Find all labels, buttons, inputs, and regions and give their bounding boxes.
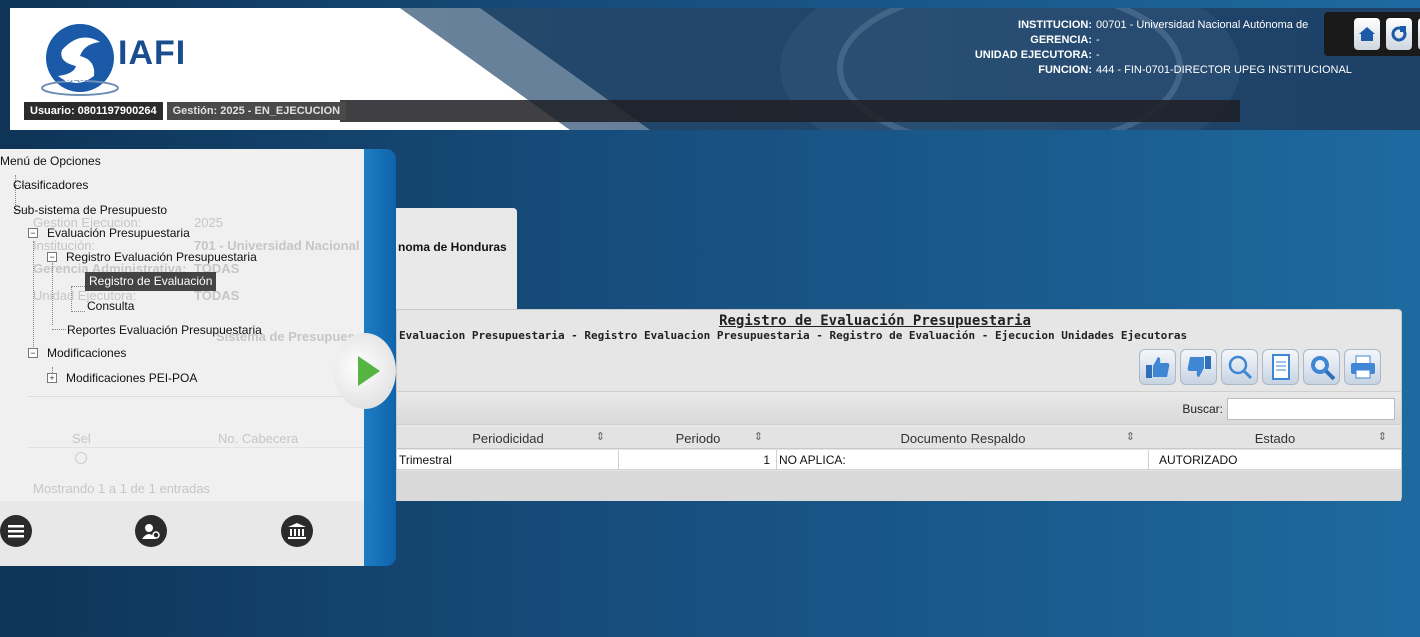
- menu-toggle-button[interactable]: [334, 333, 396, 409]
- cell-estado: AUTORIZADO: [1159, 453, 1238, 467]
- ghost-radio: [75, 452, 87, 464]
- play-arrow-icon: [358, 356, 380, 386]
- ghost-col-sel: Sel: [72, 431, 91, 446]
- menu-title: Menú de Opciones: [0, 154, 101, 168]
- document-icon[interactable]: [1262, 349, 1299, 385]
- page-title: Registro de Evaluación Presupuestaria: [719, 313, 1031, 329]
- search-bar: Buscar:: [397, 391, 1401, 425]
- home-icon[interactable]: [1354, 18, 1380, 50]
- menu-item-reportes[interactable]: Reportes Evaluación Presupuestaria: [67, 323, 262, 337]
- table-header: Periodicidad ⇕ Periodo ⇕ Documento Respald…: [397, 427, 1401, 449]
- collapse-icon[interactable]: −: [28, 348, 38, 358]
- menu-item-registro-evaluacion[interactable]: Registro Evaluación Presupuestaria: [66, 250, 257, 264]
- table-row[interactable]: Trimestral 1 NO APLICA: AUTORIZADO: [397, 450, 1401, 470]
- search-input[interactable]: [1227, 398, 1395, 420]
- menu-item-consulta[interactable]: Consulta: [87, 299, 134, 313]
- logo-text: IAFI: [118, 34, 187, 72]
- thumbs-up-icon[interactable]: [1139, 349, 1176, 385]
- institution-row-value: 444 - FIN-0701-DIRECTOR UPEG INSTITUCION…: [1096, 64, 1352, 76]
- ghost-footer: Mostrando 1 a 1 de 1 entradas: [33, 481, 211, 496]
- search-icon[interactable]: [1221, 349, 1258, 385]
- header-buttons: [1324, 12, 1420, 56]
- menu-item-subsistema[interactable]: Sub-sistema de Presupuesto: [13, 203, 167, 217]
- breadcrumb: Evaluacion Presupuestaria - Registro Eva…: [399, 329, 1188, 342]
- table-footer: [397, 471, 1401, 501]
- institution-row: FUNCION: 444 - FIN-0701-DIRECTOR UPEG INS…: [970, 63, 1352, 78]
- info-tab-text: noma de Honduras: [398, 240, 507, 254]
- menu-item-modificaciones[interactable]: Modificaciones: [47, 346, 126, 360]
- logo-sub: GES: [64, 74, 86, 85]
- menu-item-registro-de-evaluacion[interactable]: Registro de Evaluación: [85, 272, 217, 291]
- menu-item-pei-poa[interactable]: Modificaciones PEI-POA: [66, 371, 197, 385]
- options-menu: Gestion Ejecucion: 2025 Institución: 701…: [0, 149, 364, 566]
- institution-row: GERENCIA: -: [970, 33, 1352, 48]
- ghost-col-cabecera: No. Cabecera: [218, 431, 299, 446]
- institution-row: INSTITUCION: 00701 - Universidad Nacional…: [970, 18, 1352, 33]
- ghost-gestion-value: 2025: [194, 215, 223, 230]
- thumbs-down-icon[interactable]: [1180, 349, 1217, 385]
- menu-list-icon[interactable]: [0, 515, 32, 547]
- user-bar: Usuario: 0801197900264 Gestión: 2025 - E…: [24, 102, 347, 120]
- user-label: Usuario: 0801197900264: [24, 102, 163, 120]
- app-header: IAFI GES Usuario: 0801197900264 Gestión:…: [10, 8, 1420, 130]
- gestion-label: Gestión: 2025 - EN_EJECUCION: [166, 102, 347, 120]
- institution-row: UNIDAD EJECUTORA: -: [970, 48, 1352, 63]
- print-icon[interactable]: [1344, 349, 1381, 385]
- toolbar: [1139, 349, 1381, 385]
- institution-info: INSTITUCION: 00701 - Universidad Nacional…: [970, 18, 1352, 78]
- institution-row-value: 00701 - Universidad Nacional Autónoma de: [1096, 19, 1309, 31]
- user-settings-icon[interactable]: [135, 515, 167, 547]
- refresh-icon[interactable]: [1385, 18, 1412, 50]
- institution-row-value: -: [1096, 34, 1100, 46]
- collapse-icon[interactable]: −: [47, 252, 57, 262]
- info-tab: [396, 208, 517, 312]
- search-label: Buscar:: [1182, 402, 1223, 416]
- cell-periodicidad: Trimestral: [397, 450, 619, 469]
- column-estado[interactable]: Estado ⇕: [1149, 427, 1401, 448]
- institution-row-label: FUNCION:: [1038, 64, 1092, 76]
- menu-item-clasificadores[interactable]: Clasificadores: [13, 178, 88, 192]
- header-strip: [340, 100, 1240, 122]
- institution-row-label: UNIDAD EJECUTORA:: [974, 49, 1092, 61]
- cell-documento: NO APLICA:: [777, 450, 1149, 469]
- zoom-help-icon[interactable]: [1303, 349, 1340, 385]
- institution-icon[interactable]: [281, 515, 313, 547]
- institution-row-value: -: [1096, 49, 1100, 61]
- institution-row-label: INSTITUCION:: [1018, 19, 1092, 31]
- institution-row-label: GERENCIA:: [1030, 34, 1092, 46]
- column-periodicidad[interactable]: Periodicidad ⇕: [397, 427, 619, 448]
- logo-icon: [41, 24, 119, 96]
- cell-periodo: 1: [619, 450, 777, 469]
- column-periodo[interactable]: Periodo ⇕: [619, 427, 777, 448]
- main-panel: Registro de Evaluación Presupuestaria Ev…: [396, 309, 1402, 501]
- menu-item-evaluacion[interactable]: Evaluación Presupuestaria: [47, 226, 190, 240]
- column-documento[interactable]: Documento Respaldo ⇕: [777, 427, 1149, 448]
- collapse-icon[interactable]: −: [28, 228, 38, 238]
- expand-icon[interactable]: +: [47, 373, 57, 383]
